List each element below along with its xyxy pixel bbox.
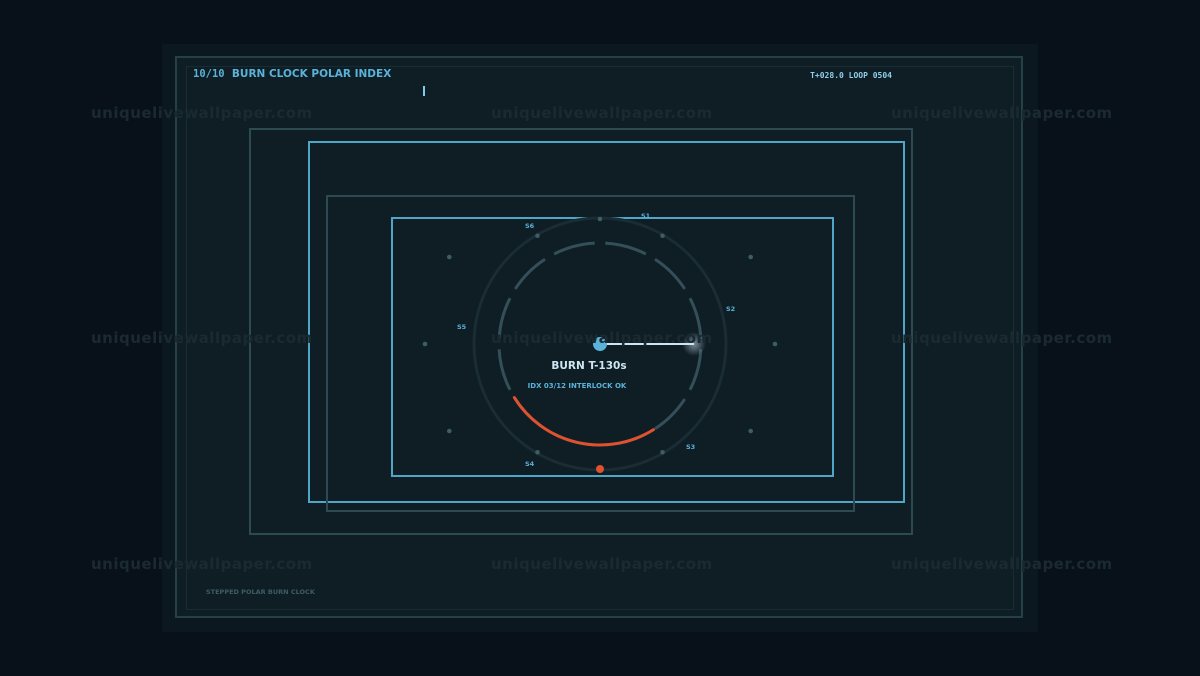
tick-dot-4: [772, 341, 778, 347]
burn-progress-arc: [512, 396, 656, 447]
burn-marker-dot: [596, 465, 604, 473]
tick-dot-1: [597, 216, 603, 222]
footer-caption: STEPPED POLAR BURN CLOCK: [206, 588, 315, 596]
polar-burn-clock: S1 S2 S3 S4 S5 S6 BURN T-130s IDX 03/12 …: [422, 212, 778, 473]
tick-dot-10: [422, 341, 428, 347]
wallpaper-stage: 10/10 BURN CLOCK POLAR INDEX T+028.0 LOO…: [0, 0, 1200, 676]
ring-step-9: [497, 349, 512, 391]
tick-dot-12: [535, 233, 540, 239]
ring-step-2: [654, 258, 686, 290]
ring-step-12: [553, 241, 595, 256]
tick-dot-6: [660, 449, 665, 455]
segment-label-s3: S3: [686, 443, 695, 451]
ring-step-10: [497, 297, 512, 339]
segment-label-s6: S6: [525, 222, 535, 230]
tick-dot-11: [447, 254, 452, 260]
tick-dots: [422, 216, 778, 455]
tick-dot-9: [447, 428, 452, 434]
segment-label-s5: S5: [457, 323, 467, 331]
burn-countdown-label: BURN T-130s: [551, 360, 626, 372]
segment-label-s1: S1: [641, 212, 651, 220]
tick-dot-2: [660, 233, 665, 239]
tick-dot-3: [748, 254, 753, 260]
segment-label-s2: S2: [726, 305, 735, 313]
tick-dot-5: [748, 428, 753, 434]
tick-dot-8: [535, 449, 540, 455]
clock-hub: [593, 337, 607, 351]
ring-step-1: [605, 241, 647, 256]
ring-step-5: [654, 398, 686, 430]
interlock-status: IDX 03/12 INTERLOCK OK: [528, 382, 627, 390]
ring-step-11: [514, 258, 546, 290]
segment-label-s4: S4: [525, 460, 535, 468]
